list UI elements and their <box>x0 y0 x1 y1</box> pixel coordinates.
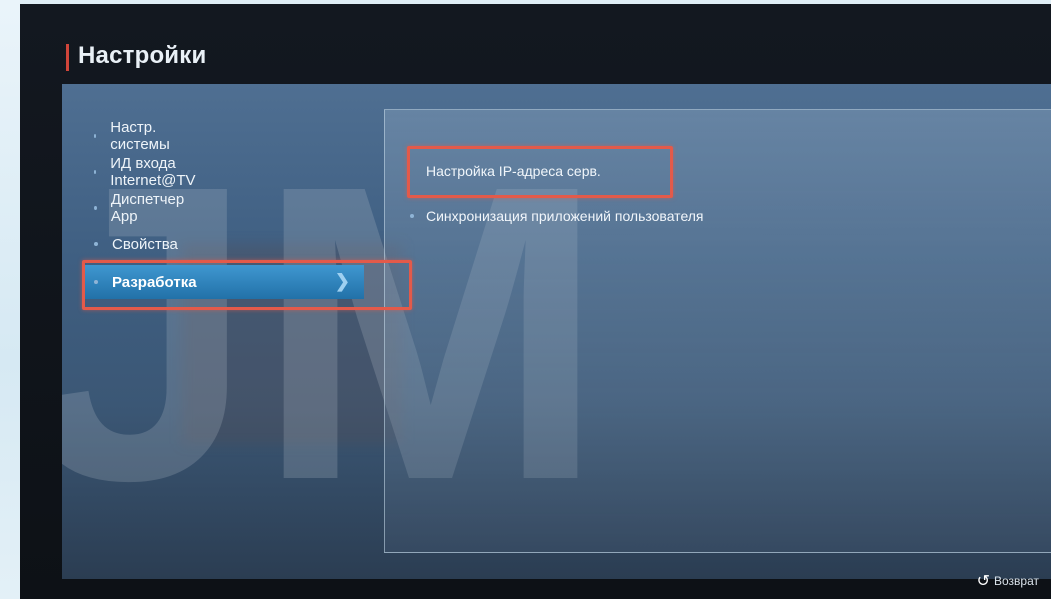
return-arrow-icon: ↺ <box>976 573 990 590</box>
menu-item-system-settings[interactable]: Настр. системы <box>94 119 172 153</box>
submenu-item-user-app-sync[interactable]: Синхронизация приложений пользователя <box>410 208 704 224</box>
back-label: Возврат <box>994 574 1039 588</box>
menu-item-label: Свойства <box>112 235 178 253</box>
menu-item-label: ИД входа Internet@TV <box>110 155 196 189</box>
bullet-icon <box>94 170 97 174</box>
title-accent-bar <box>66 44 69 71</box>
menu-item-properties[interactable]: Свойства <box>94 233 178 255</box>
menu-item-internet-tv-id[interactable]: ИД входа Internet@TV <box>94 155 197 189</box>
bullet-icon <box>94 242 98 246</box>
menu-item-label: Диспетчер App <box>110 191 185 225</box>
menu-highlight-frame <box>82 260 412 310</box>
bullet-icon <box>94 134 97 138</box>
back-button[interactable]: ↺ Возврат <box>977 571 1039 591</box>
menu-item-app-manager[interactable]: Диспетчер App <box>94 191 185 225</box>
bullet-icon <box>94 206 97 210</box>
bullet-icon <box>410 214 414 218</box>
menu-item-label: Настр. системы <box>110 119 170 153</box>
settings-panel: JM Настр. системы ИД входа Internet@TV Д… <box>62 84 1051 579</box>
page-margin <box>0 0 20 599</box>
submenu-item-label: Синхронизация приложений пользователя <box>426 208 704 224</box>
tv-screen: Настройки JM Настр. системы ИД входа Int… <box>20 4 1051 599</box>
submenu-highlight-frame <box>407 146 673 198</box>
page-title: Настройки <box>78 42 207 69</box>
